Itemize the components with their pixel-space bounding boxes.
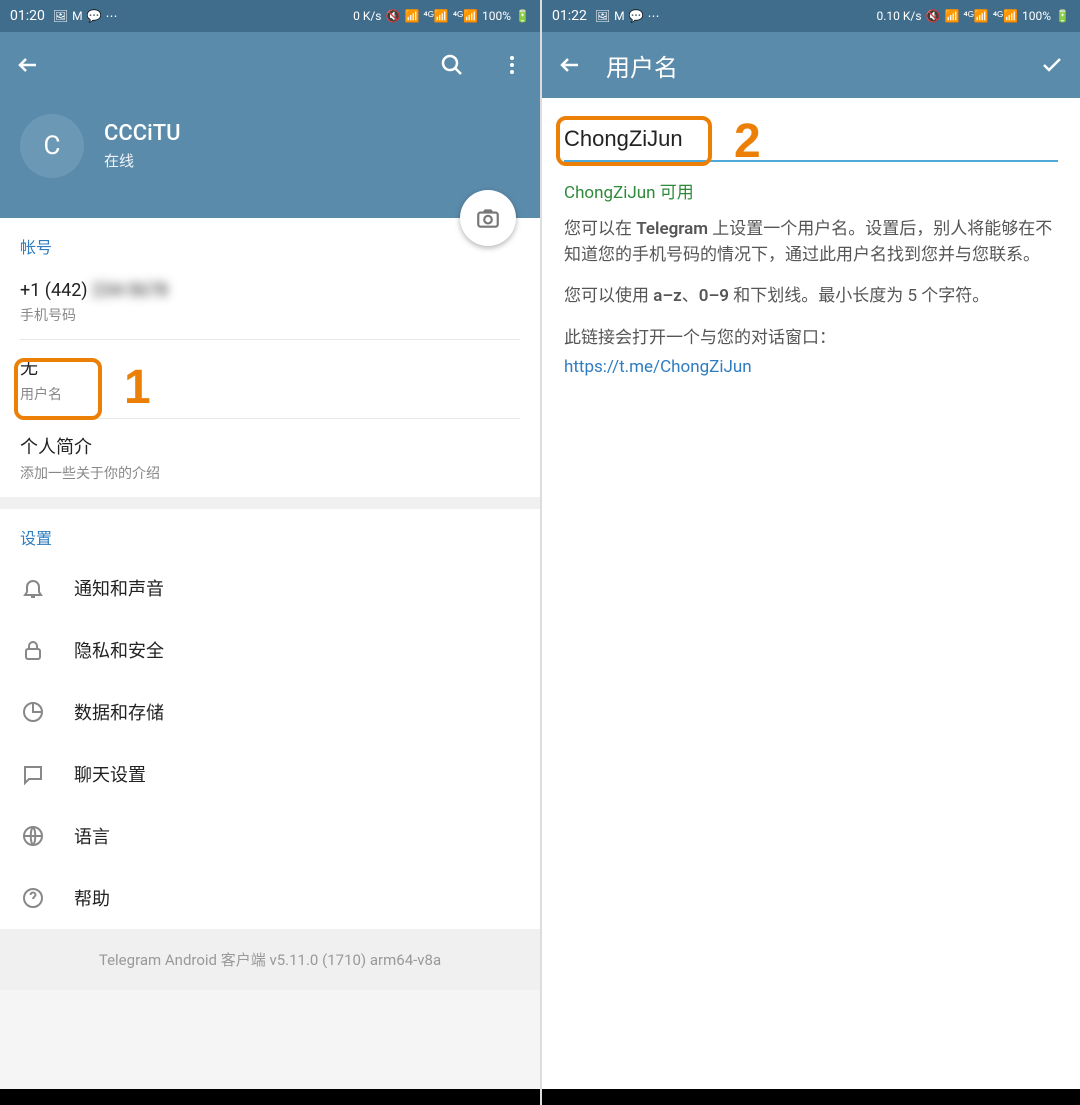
mute-icon: 🔇 [926,9,941,23]
camera-fab[interactable] [460,190,516,246]
wifi-icon: 📶 [944,9,959,23]
settings-data[interactable]: 数据和存储 [0,681,540,743]
phone-redacted: 234-5678 [92,280,168,301]
profile-name: CCCiTU [104,121,181,146]
annotation-number-2: 2 [734,114,761,169]
username-field[interactable] [564,116,1058,162]
confirm-button[interactable] [1040,53,1064,77]
settings-header: 设置 [0,509,540,557]
android-navbar [542,1089,1080,1105]
net-speed: 0.10 K/s [876,9,921,23]
username-label: 用户名 [20,384,520,404]
signal-4g-icon-2: ⁴ᴳ📶 [993,9,1018,23]
username-row[interactable]: 无 用户名 [0,340,540,418]
more-icon: ⋯ [648,9,660,23]
status-bar: 01:20 🖼 M 💬 ⋯ 0 K/s 🔇 📶 ⁴ᴳ📶 ⁴ᴳ📶 100% 🔋 [0,0,540,32]
signal-4g-icon: ⁴ᴳ📶 [963,9,988,23]
signal-4g-icon-2: ⁴ᴳ📶 [453,9,478,23]
settings-language[interactable]: 语言 [0,805,540,867]
search-button[interactable] [440,53,464,77]
settings-privacy[interactable]: 隐私和安全 [0,619,540,681]
mail-icon: M [614,9,624,23]
signal-4g-icon: ⁴ᴳ📶 [423,9,448,23]
wifi-icon: 📶 [404,9,419,23]
chat-icon: 💬 [87,9,102,23]
toolbar [0,32,540,98]
username-available: ChongZiJun 可用 [564,178,1058,203]
lock-icon [20,637,46,663]
status-bar: 01:22 🖼 M 💬 ⋯ 0.10 K/s 🔇 📶 ⁴ᴳ📶 ⁴ᴳ📶 100% … [542,0,1080,32]
chat-bubble-icon [20,761,46,787]
help-text-1: 您可以在 Telegram 上设置一个用户名。设置后，别人将能够在不知道您的手机… [564,217,1058,268]
status-notif-icons: 🖼 M 💬 ⋯ [595,9,660,23]
profile-status: 在线 [104,150,181,171]
help-text-2: 您可以使用 a–z、0–9 和下划线。最小长度为 5 个字符。 [564,284,1058,310]
phone-row[interactable]: +1 (442) 234-5678 手机号码 [0,266,540,339]
menu-button[interactable] [500,53,524,77]
username-value: 无 [20,354,520,380]
android-navbar [0,1089,540,1105]
mute-icon: 🔇 [386,9,401,23]
picture-icon: 🖼 [53,9,68,23]
bio-title: 个人简介 [20,433,520,459]
bio-row[interactable]: 个人简介 添加一些关于你的介绍 [0,419,540,497]
right-screen: 01:22 🖼 M 💬 ⋯ 0.10 K/s 🔇 📶 ⁴ᴳ📶 ⁴ᴳ📶 100% … [540,0,1080,1105]
help-text-3: 此链接会打开一个与您的对话窗口： [564,326,1058,352]
username-editor: ChongZiJun 可用 您可以在 Telegram 上设置一个用户名。设置后… [542,98,1080,415]
globe-icon [20,823,46,849]
status-time: 01:22 [552,8,587,24]
picture-icon: 🖼 [595,9,610,23]
more-icon: ⋯ [106,9,118,23]
profile-header: C CCCiTU 在线 [0,98,540,218]
version-footer: Telegram Android 客户端 v5.11.0 (1710) arm6… [0,929,540,990]
annotation-number-1: 1 [124,360,151,415]
settings-chat[interactable]: 聊天设置 [0,743,540,805]
profile-link[interactable]: https://t.me/ChongZiJun [564,355,1058,381]
account-section: 帐号 +1 (442) 234-5678 手机号码 无 用户名 个人简介 添加一… [0,218,540,497]
left-screen: 01:20 🖼 M 💬 ⋯ 0 K/s 🔇 📶 ⁴ᴳ📶 ⁴ᴳ📶 100% 🔋 [0,0,540,1105]
settings-section: 设置 通知和声音 隐私和安全 数据和存储 聊天设置 [0,509,540,929]
username-input[interactable] [564,126,1058,152]
toolbar: 用户名 [542,32,1080,98]
settings-notifications[interactable]: 通知和声音 [0,557,540,619]
battery-icon: 🔋 [1055,9,1070,23]
bell-icon [20,575,46,601]
battery-text: 100% [482,9,511,23]
account-header: 帐号 [0,218,540,266]
net-speed: 0 K/s [353,9,381,23]
back-button[interactable] [16,53,40,77]
status-notif-icons: 🖼 M 💬 ⋯ [53,9,118,23]
back-button[interactable] [558,53,582,77]
status-time: 01:20 [10,8,45,24]
pie-icon [20,699,46,725]
battery-text: 100% [1022,9,1051,23]
chat-icon: 💬 [629,9,644,23]
battery-icon: 🔋 [515,9,530,23]
phone-label: 手机号码 [20,305,520,325]
settings-help[interactable]: 帮助 [0,867,540,929]
avatar[interactable]: C [20,114,84,178]
bio-hint: 添加一些关于你的介绍 [20,463,520,483]
toolbar-title: 用户名 [606,48,1016,83]
mail-icon: M [72,9,82,23]
phone-prefix: +1 (442) [20,280,88,301]
help-icon [20,885,46,911]
